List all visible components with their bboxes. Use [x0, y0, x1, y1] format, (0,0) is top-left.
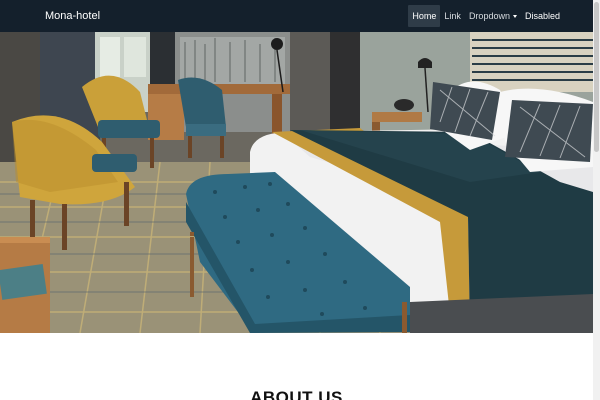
nav-menu: Home Link Dropdown Disabled	[408, 5, 564, 27]
nav-dropdown[interactable]: Dropdown	[465, 5, 521, 27]
nav-dropdown-label: Dropdown	[468, 11, 510, 21]
about-heading: ABOUT US	[250, 388, 343, 400]
caret-down-icon	[512, 15, 517, 18]
navbar: Mona-hotel Home Link Dropdown Disabled	[0, 0, 600, 32]
scrollbar-thumb[interactable]	[594, 2, 599, 152]
hero-carousel[interactable]	[0, 32, 593, 333]
nav-home[interactable]: Home	[408, 5, 441, 27]
nav-disabled: Disabled	[524, 11, 560, 21]
hotel-room-photo	[0, 32, 593, 333]
brand-link[interactable]: Mona-hotel	[45, 9, 100, 23]
nav-link[interactable]: Link	[440, 5, 465, 27]
page-scrollbar[interactable]	[593, 0, 600, 400]
